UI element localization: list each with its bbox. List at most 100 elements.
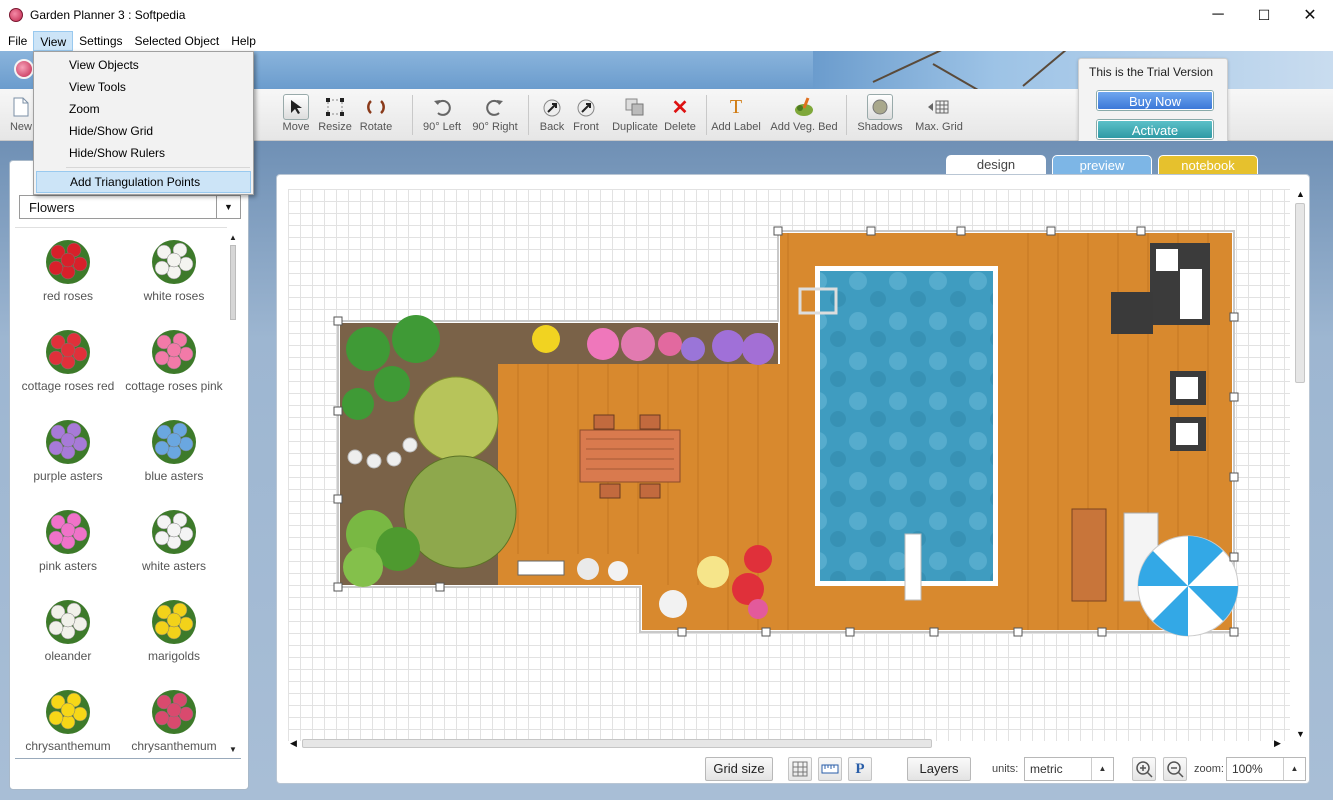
add-label-tool[interactable]: T Add Label [710, 93, 762, 139]
buy-now-button[interactable]: Buy Now [1097, 91, 1213, 110]
menu-bar: File View Settings Selected Object Help [0, 30, 1333, 51]
duplicate-tool[interactable]: Duplicate [610, 93, 660, 139]
garden-plan[interactable] [288, 189, 1290, 741]
design-grid[interactable] [288, 189, 1290, 741]
maximize-button[interactable]: ☐ [1241, 0, 1287, 30]
scroll-up-icon[interactable]: ▲ [1296, 189, 1305, 199]
scroll-thumb[interactable] [230, 245, 236, 320]
plant-item[interactable]: white roses [121, 232, 227, 322]
category-value: Flowers [29, 199, 75, 215]
app-icon [9, 8, 23, 22]
menu-settings[interactable]: Settings [73, 31, 128, 51]
horizontal-scroll-thumb[interactable] [302, 739, 932, 748]
send-back-tool[interactable]: Back [536, 93, 568, 139]
zoom-out-icon[interactable] [1163, 757, 1187, 781]
p-toggle-icon[interactable]: P [848, 757, 872, 781]
layers-button[interactable]: Layers [907, 757, 971, 781]
tab-notebook[interactable]: notebook [1158, 155, 1258, 175]
menu-help[interactable]: Help [225, 31, 262, 51]
menu-file[interactable]: File [2, 31, 33, 51]
flower-icon [46, 420, 90, 464]
plant-item[interactable]: marigolds [121, 592, 227, 682]
plant-item[interactable]: red roses [15, 232, 121, 322]
plant-item[interactable]: cottage roses pink [121, 322, 227, 412]
minimize-button[interactable]: ─ [1195, 0, 1241, 30]
plant-item[interactable]: chrysanthemum [15, 682, 121, 755]
tab-preview[interactable]: preview [1052, 155, 1152, 175]
coffee-table [1111, 292, 1153, 334]
zoom-select[interactable]: 100% ▲ [1226, 757, 1306, 781]
trial-text: This is the Trial Version [1089, 65, 1214, 79]
rotate-right-tool[interactable]: 90° Right [470, 93, 520, 139]
zoom-in-icon[interactable] [1132, 757, 1156, 781]
units-value: metric [1030, 762, 1063, 776]
rotate-left-tool[interactable]: 90° Left [420, 93, 464, 139]
activate-button[interactable]: Activate [1097, 120, 1213, 139]
bring-front-tool[interactable]: Front [570, 93, 602, 139]
plant-item[interactable]: blue asters [121, 412, 227, 502]
plant-item[interactable]: cottage roses red [15, 322, 121, 412]
arrow-cursor-icon [280, 93, 312, 121]
plant-name: chrysanthemum [25, 739, 111, 753]
scroll-down-icon[interactable]: ▼ [1296, 729, 1305, 739]
shadows-toggle[interactable]: Shadows [854, 93, 906, 139]
delete-icon: ✕ [671, 96, 689, 119]
grid-size-button[interactable]: Grid size [705, 757, 773, 781]
flower-icon [152, 330, 196, 374]
rotate-icon [358, 93, 394, 121]
ruler-icon[interactable] [818, 757, 842, 781]
plant-item[interactable]: chrysanthemum [121, 682, 227, 755]
menu-selected-object[interactable]: Selected Object [129, 31, 226, 51]
plant-name: cottage roses pink [125, 379, 223, 393]
scroll-down-icon[interactable]: ▼ [228, 745, 238, 755]
max-grid-tool[interactable]: Max. Grid [912, 93, 966, 139]
scroll-left-icon[interactable]: ◀ [290, 738, 297, 749]
menu-item-zoom[interactable]: Zoom [36, 98, 251, 120]
category-dropdown[interactable]: Flowers ▼ [19, 195, 241, 219]
plant-item[interactable]: purple asters [15, 412, 121, 502]
close-button[interactable]: ✕ [1287, 0, 1333, 30]
logo-icon [14, 59, 34, 79]
canvas-vertical-scrollbar[interactable]: ▲ ▼ [1293, 189, 1307, 741]
flower-icon [46, 690, 90, 734]
menu-item-hide-show-rulers[interactable]: Hide/Show Rulers [36, 142, 251, 164]
plant-item[interactable]: white asters [121, 502, 227, 592]
plant-item[interactable]: pink asters [15, 502, 121, 592]
trial-notice: This is the Trial Version Buy Now Activa… [1078, 58, 1228, 150]
garden-bench [517, 560, 565, 576]
tab-design[interactable]: design [946, 155, 1046, 175]
delete-tool[interactable]: ✕ Delete [662, 93, 698, 139]
grid-expand-icon [912, 93, 966, 121]
plant-name: white asters [141, 559, 207, 573]
menu-separator [66, 167, 250, 168]
scroll-up-icon[interactable]: ▲ [228, 233, 238, 243]
grid-toggle-icon[interactable] [788, 757, 812, 781]
banner-image [813, 51, 1333, 89]
plant-name: cottage roses red [21, 379, 115, 393]
menu-view[interactable]: View [33, 30, 74, 51]
plant-item[interactable]: oleander [15, 592, 121, 682]
plant-list-scrollbar[interactable]: ▲ ▼ [227, 233, 239, 757]
rotate-tool[interactable]: Rotate [358, 93, 394, 139]
resize-icon [316, 93, 354, 121]
plant-name: marigolds [147, 649, 201, 663]
flower-icon [152, 510, 196, 554]
add-veg-bed-tool[interactable]: Add Veg. Bed [768, 93, 840, 139]
duplicate-icon [610, 93, 660, 121]
resize-tool[interactable]: Resize [316, 93, 354, 139]
shadows-icon [854, 93, 906, 121]
window-title: Garden Planner 3 : Softpedia [30, 8, 186, 22]
menu-item-add-triangulation-points[interactable]: Add Triangulation Points [36, 171, 251, 193]
menu-item-hide-show-grid[interactable]: Hide/Show Grid [36, 120, 251, 142]
menu-item-view-tools[interactable]: View Tools [36, 76, 251, 98]
plant-name: purple asters [33, 469, 103, 483]
units-select[interactable]: metric ▲ [1024, 757, 1114, 781]
flower-icon [152, 600, 196, 644]
scroll-right-icon[interactable]: ▶ [1274, 738, 1281, 749]
plant-name: chrysanthemum [131, 739, 217, 753]
menu-item-view-objects[interactable]: View Objects [36, 54, 251, 76]
vertical-scroll-thumb[interactable] [1295, 203, 1305, 383]
view-menu-dropdown: View Objects View Tools Zoom Hide/Show G… [33, 51, 254, 195]
canvas-horizontal-scrollbar[interactable]: ◀ ▶ [288, 737, 1290, 751]
move-tool[interactable]: Move [280, 93, 312, 139]
